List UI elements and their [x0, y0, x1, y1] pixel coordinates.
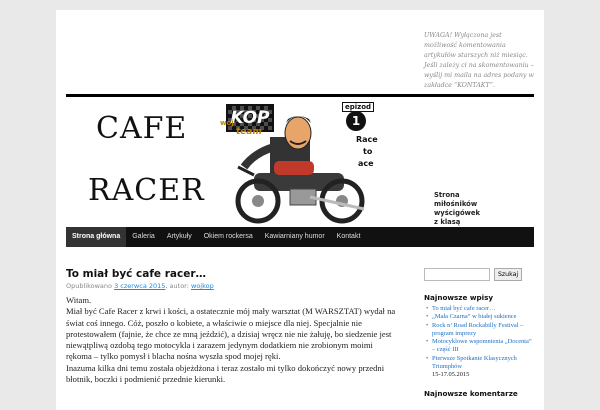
- list-item: Motocyklowe wspomnienia „Docenta” – częś…: [424, 338, 536, 355]
- comments-notice: UWAGA! Wyłączona jest możliwość komentow…: [424, 32, 534, 89]
- race-word: ace: [358, 159, 374, 168]
- nav-item-articles[interactable]: Artykuły: [161, 227, 198, 247]
- recent-post-link[interactable]: To miał być cafe racer…: [432, 305, 495, 312]
- main-navigation: Strona główna Galeria Artykuły Okiem roc…: [66, 227, 534, 247]
- list-item: To miał być cafe racer…: [424, 305, 536, 314]
- main-content: To miał być cafe racer… Opublikowano 3 c…: [66, 268, 396, 385]
- nav-item-home[interactable]: Strona główna: [66, 227, 127, 247]
- site-tagline: Strona miłośników wyścigówek z klasą: [434, 191, 504, 227]
- nav-item-contact[interactable]: Kontakt: [331, 227, 367, 247]
- tagline-line: wyścigówek: [434, 209, 481, 217]
- post-paragraph: Witam.: [66, 295, 92, 305]
- episode-number-badge: 1: [346, 111, 366, 131]
- search-input[interactable]: [424, 268, 490, 281]
- race-word: to: [363, 147, 373, 156]
- recent-post-date-text: 15-17.05.2015: [432, 371, 470, 379]
- post-paragraph: Miał być Cafe Racer z krwi i kości, a os…: [66, 306, 396, 362]
- woj-label: woj: [220, 119, 234, 127]
- tagline-line: z klasą: [434, 218, 461, 226]
- site-header[interactable]: CAFE RACER KOP woj team epizod 1 Race to…: [66, 97, 534, 227]
- post-title[interactable]: To miał być cafe racer…: [66, 268, 396, 280]
- post-body: Witam. Miał być Cafe Racer z krwi i kośc…: [66, 295, 396, 385]
- recent-post-link[interactable]: Rock n’ Road Rockabilly Festival – progr…: [432, 322, 523, 337]
- nav-item-gallery[interactable]: Galeria: [126, 227, 161, 247]
- sidebar: Szukaj Najnowsze wpisy To miał być cafe …: [424, 268, 536, 398]
- nav-item-cafe-humor[interactable]: Kawiarniany humor: [259, 227, 331, 247]
- recent-post-link[interactable]: Pierwsze Spotkanie Klasycznych Triumphów: [432, 355, 517, 370]
- brand-title-line1: CAFE: [96, 111, 188, 146]
- recent-comments-title: Najnowsze komentarze: [424, 388, 518, 398]
- recent-post-link[interactable]: „Mała Czarna” w białej sukience: [432, 313, 516, 320]
- post-meta: Opublikowano 3 czerwca 2015, autor: wojk…: [66, 282, 396, 290]
- search-form: Szukaj: [424, 268, 536, 281]
- brand-title-line2: RACER: [88, 173, 205, 208]
- post-author-prefix: , autor:: [165, 282, 191, 290]
- recent-posts-title: Najnowsze wpisy: [424, 293, 494, 302]
- post-date-link[interactable]: 3 czerwca 2015: [114, 282, 165, 290]
- post-meta-prefix: Opublikowano: [66, 282, 115, 290]
- race-word: Race: [356, 135, 378, 144]
- tagline-line: Strona miłośników: [434, 191, 478, 208]
- page: UWAGA! Wyłączona jest możliwość komentow…: [56, 10, 544, 410]
- nav-item-rocker-view[interactable]: Okiem rockersa: [198, 227, 259, 247]
- recent-posts-list: To miał być cafe racer… „Mała Czarna” w …: [424, 305, 536, 380]
- recent-post-link[interactable]: Motocyklowe wspomnienia „Docenta” – częś…: [432, 338, 532, 353]
- list-item: Pierwsze Spotkanie Klasycznych Triumphów…: [424, 355, 536, 380]
- post-author-link[interactable]: wojkop: [191, 282, 214, 290]
- list-item: Rock n’ Road Rockabilly Festival – progr…: [424, 322, 536, 339]
- search-button[interactable]: Szukaj: [494, 268, 523, 281]
- team-label: team: [236, 127, 262, 137]
- list-item: „Mała Czarna” w białej sukience: [424, 313, 536, 322]
- post-paragraph: Inazuma kilka dni temu została objeżdżon…: [66, 362, 385, 385]
